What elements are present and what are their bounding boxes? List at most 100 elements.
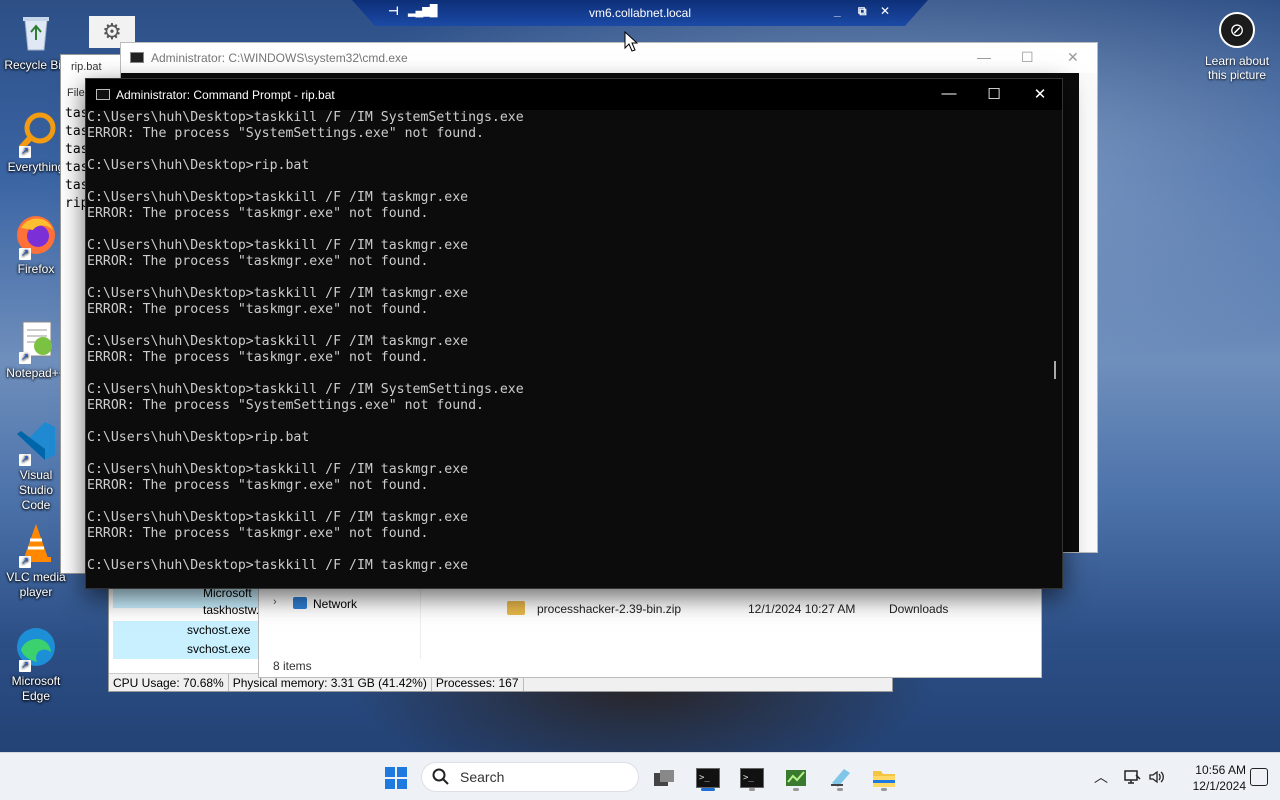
console-line: C:\Users\huh\Desktop>taskkill /F /IM Sys… bbox=[87, 382, 524, 397]
vscode-icon: ↗ bbox=[13, 418, 59, 466]
zip-folder-icon bbox=[507, 601, 525, 615]
desktop-icon-label: Notepad++ bbox=[6, 366, 66, 380]
taskbar-app-cmd-2[interactable]: >_ bbox=[734, 761, 770, 795]
console-line: ERROR: The process "SystemSettings.exe" … bbox=[87, 126, 484, 141]
mouse-cursor-icon bbox=[624, 31, 638, 52]
window-title: Administrator: C:\WINDOWS\system32\cmd.e… bbox=[151, 51, 408, 65]
console-line: ERROR: The process "taskmgr.exe" not fou… bbox=[87, 478, 429, 493]
navigation-pane: › Network bbox=[259, 589, 421, 659]
start-button[interactable] bbox=[378, 761, 414, 795]
network-status-button[interactable] bbox=[1124, 753, 1142, 800]
taskbar-app-files[interactable] bbox=[822, 761, 858, 795]
console-line: C:\Users\huh\Desktop>taskkill /F /IM tas… bbox=[87, 286, 469, 301]
minimize-button[interactable]: — bbox=[977, 49, 991, 65]
shortcut-arrow-icon: ↗ bbox=[19, 248, 31, 260]
taskbar: Search >_ >_ ︿ 10:56 AM 12/1/2024 bbox=[0, 752, 1280, 800]
maximize-button[interactable]: ☐ bbox=[971, 85, 1017, 103]
close-button[interactable]: ✕ bbox=[1017, 85, 1063, 103]
desktop-icon-label: Everything bbox=[7, 160, 65, 174]
console-line: C:\Users\huh\Desktop>rip.bat bbox=[87, 430, 310, 445]
console-line: C:\Users\huh\Desktop>taskkill /F /IM tas… bbox=[87, 510, 469, 525]
shortcut-arrow-icon: ↗ bbox=[19, 146, 31, 158]
chevron-up-icon: ︿ bbox=[1094, 769, 1108, 785]
task-view-button[interactable] bbox=[646, 761, 682, 795]
windows-logo-icon bbox=[385, 767, 407, 789]
console-line: ERROR: The process "SystemSettings.exe" … bbox=[87, 398, 484, 413]
console-line: ERROR: The process "taskmgr.exe" not fou… bbox=[87, 526, 429, 541]
rdp-connection-bar: ⊣ ▂▄▆█ vm6.collabnet.local _ ⧉ ✕ bbox=[352, 0, 928, 26]
network-icon bbox=[293, 597, 307, 609]
console-line: ERROR: The process "taskmgr.exe" not fou… bbox=[87, 254, 429, 269]
file-menu[interactable]: File bbox=[67, 87, 85, 99]
firefox-icon: ↗ bbox=[13, 212, 59, 260]
taskbar-app-file-explorer[interactable] bbox=[866, 761, 902, 795]
notification-icon[interactable] bbox=[1250, 768, 1268, 786]
title-bar[interactable]: Administrator: C:\WINDOWS\system32\cmd.e… bbox=[121, 43, 1097, 73]
learn-label: Learn about this picture bbox=[1204, 54, 1270, 82]
show-hidden-icons-button[interactable]: ︿ bbox=[1094, 753, 1108, 800]
process-row[interactable]: taskhostw. bbox=[203, 603, 259, 617]
cmd-icon: >_ bbox=[696, 768, 720, 788]
console-line: C:\Users\huh\Desktop>rip.bat bbox=[87, 158, 310, 173]
everything-icon: ↗ bbox=[13, 110, 59, 158]
scrollbar[interactable] bbox=[1079, 73, 1097, 552]
desktop-icon-recycle-bin[interactable]: Recycle Bin bbox=[4, 8, 68, 73]
desktop-icon-vlc[interactable]: ↗ VLC media player bbox=[4, 520, 68, 600]
active-indicator bbox=[701, 788, 715, 791]
running-indicator bbox=[749, 788, 755, 791]
search-placeholder: Search bbox=[460, 769, 505, 785]
process-row[interactable]: svchost.exe bbox=[187, 623, 250, 637]
file-location: Downloads bbox=[889, 602, 949, 616]
gear-icon: ⚙ bbox=[102, 19, 122, 44]
running-indicator bbox=[881, 788, 887, 791]
desktop-icon-label: Recycle Bin bbox=[4, 58, 68, 72]
file-name[interactable]: processhacker-2.39-bin.zip bbox=[537, 602, 681, 616]
console-line: ERROR: The process "taskmgr.exe" not fou… bbox=[87, 350, 429, 365]
console-output[interactable]: C:\Users\huh\Desktop>taskkill /F /IM Sys… bbox=[86, 110, 1048, 588]
taskbar-app-process-hacker[interactable] bbox=[778, 761, 814, 795]
maximize-button[interactable]: ☐ bbox=[1021, 49, 1034, 66]
cmd-icon: >_ bbox=[740, 768, 764, 788]
edge-icon: ↗ bbox=[13, 624, 59, 672]
desktop-icon-everything[interactable]: ↗ Everything bbox=[4, 110, 68, 175]
file-explorer-window[interactable]: › Network processhacker-2.39-bin.zip 12/… bbox=[258, 588, 1042, 678]
file-date: 12/1/2024 10:27 AM bbox=[748, 602, 856, 616]
process-hacker-icon bbox=[786, 770, 806, 786]
close-button[interactable]: ✕ bbox=[1067, 49, 1079, 66]
desktop-icon-edge[interactable]: ↗ Microsoft Edge bbox=[4, 624, 68, 704]
search-icon bbox=[432, 768, 449, 785]
cmd-icon bbox=[130, 52, 144, 63]
taskbar-search[interactable]: Search bbox=[421, 762, 639, 792]
chevron-right-icon[interactable]: › bbox=[273, 596, 277, 608]
console-line: ERROR: The process "taskmgr.exe" not fou… bbox=[87, 206, 429, 221]
desktop-icon-vscode[interactable]: ↗ Visual Studio Code bbox=[4, 418, 68, 513]
nav-item-network[interactable]: Network bbox=[313, 597, 357, 611]
window-title: Administrator: Command Prompt - rip.bat bbox=[116, 88, 335, 102]
console-line: C:\Users\huh\Desktop>taskkill /F /IM tas… bbox=[87, 462, 469, 477]
process-row[interactable]: svchost.exe bbox=[187, 642, 250, 656]
network-monitor-icon bbox=[1124, 770, 1141, 784]
scrollbar-thumb[interactable] bbox=[1054, 361, 1056, 379]
title-bar[interactable]: Administrator: Command Prompt - rip.bat … bbox=[86, 79, 1062, 110]
learn-about-picture[interactable]: ⊘ Learn about this picture bbox=[1200, 12, 1274, 82]
minimize-button[interactable]: — bbox=[926, 85, 972, 102]
rdp-minimize-button[interactable]: _ bbox=[834, 4, 841, 18]
taskbar-app-cmd-1[interactable]: >_ bbox=[690, 761, 726, 795]
console-line: C:\Users\huh\Desktop>taskkill /F /IM tas… bbox=[87, 190, 469, 205]
files-icon bbox=[831, 769, 850, 787]
taskbar-clock[interactable]: 10:56 AM 12/1/2024 bbox=[1172, 762, 1246, 794]
rdp-close-button[interactable]: ✕ bbox=[880, 4, 890, 18]
volume-button[interactable] bbox=[1148, 753, 1166, 800]
notepad-tab[interactable]: rip.bat bbox=[71, 61, 102, 73]
rdp-restore-button[interactable]: ⧉ bbox=[858, 4, 867, 19]
clock-date: 12/1/2024 bbox=[1192, 779, 1246, 793]
running-indicator bbox=[837, 788, 843, 791]
rdp-host-title: vm6.collabnet.local bbox=[588, 6, 692, 20]
cmd-window-active[interactable]: Administrator: Command Prompt - rip.bat … bbox=[85, 78, 1063, 589]
desktop-icon-notepad-plus-plus[interactable]: ↗ Notepad++ bbox=[4, 316, 68, 381]
desktop-icon-firefox[interactable]: ↗ Firefox bbox=[4, 212, 68, 277]
